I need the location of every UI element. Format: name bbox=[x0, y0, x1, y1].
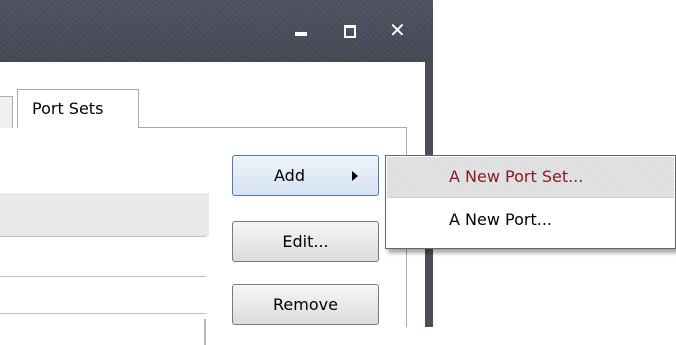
column-divider[interactable] bbox=[204, 319, 206, 345]
tab-previous[interactable] bbox=[0, 96, 13, 128]
list-row-separator bbox=[0, 313, 206, 314]
tab-panel-border-top bbox=[138, 127, 406, 128]
list-item-selected[interactable] bbox=[0, 193, 209, 236]
list-row-separator bbox=[0, 276, 206, 277]
edit-button[interactable]: Edit... bbox=[232, 221, 379, 262]
add-button-label: Add bbox=[274, 166, 305, 185]
menu-item-new-port[interactable]: A New Port... bbox=[387, 200, 674, 240]
tab-label: Port Sets bbox=[32, 99, 104, 118]
window-titlebar[interactable]: ✕ bbox=[0, 0, 433, 62]
minimize-icon[interactable] bbox=[294, 24, 308, 38]
menu-item-new-port-set[interactable]: A New Port Set... bbox=[387, 157, 674, 198]
close-icon[interactable]: ✕ bbox=[389, 20, 406, 40]
maximize-icon[interactable] bbox=[343, 24, 357, 38]
tab-port-sets[interactable]: Port Sets bbox=[17, 89, 139, 128]
add-submenu: A New Port Set... A New Port... bbox=[385, 155, 676, 249]
port-sets-list[interactable] bbox=[0, 155, 209, 345]
submenu-arrow-icon bbox=[352, 171, 358, 181]
add-button[interactable]: Add bbox=[232, 155, 379, 196]
menu-item-label: A New Port Set... bbox=[449, 167, 584, 186]
remove-button[interactable]: Remove bbox=[232, 284, 379, 325]
menu-item-label: A New Port... bbox=[449, 210, 552, 229]
list-row-separator bbox=[0, 236, 206, 237]
